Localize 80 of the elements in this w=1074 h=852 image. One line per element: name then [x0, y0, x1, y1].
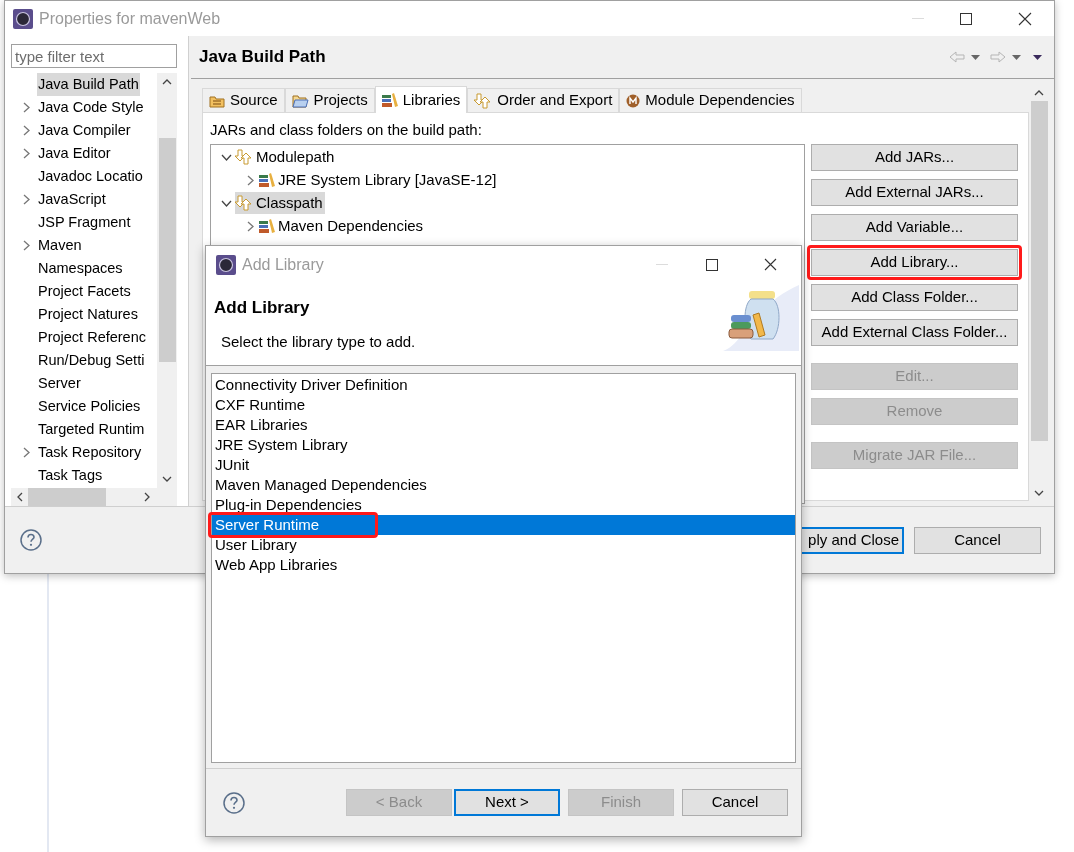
- sidebar-item[interactable]: Java Code Style: [37, 96, 145, 119]
- list-item[interactable]: CXF Runtime: [212, 395, 795, 415]
- action-button[interactable]: Add External JARs...: [811, 178, 1018, 206]
- sidebar-item[interactable]: Project Facets: [37, 280, 132, 303]
- list-item[interactable]: Plug-in Dependencies: [212, 495, 795, 515]
- list-item[interactable]: EAR Libraries: [212, 415, 795, 435]
- sidebar-item[interactable]: Targeted Runtim: [37, 418, 146, 441]
- dialog-heading: Add Library: [214, 297, 311, 319]
- tree-item[interactable]: Maven Dependencies: [259, 214, 426, 238]
- filter-field[interactable]: type filter text: [11, 44, 177, 68]
- tab[interactable]: Projects: [284, 88, 375, 112]
- close-icon[interactable]: [764, 258, 777, 271]
- list-item[interactable]: Web App Libraries: [212, 555, 795, 575]
- dialog-button[interactable]: Cancel: [914, 526, 1041, 554]
- vertical-scrollbar[interactable]: [157, 73, 177, 488]
- books-icon: [259, 173, 275, 187]
- sidebar-item[interactable]: Run/Debug Setti: [37, 349, 146, 372]
- maximize-icon[interactable]: [960, 12, 972, 25]
- dialog-button[interactable]: Next >: [454, 789, 560, 816]
- sidebar-item[interactable]: Project Natures: [37, 303, 139, 326]
- scroll-down-icon[interactable]: [162, 476, 172, 482]
- list-item[interactable]: Connectivity Driver Definition: [212, 375, 795, 395]
- arrows-icon: [474, 92, 493, 109]
- scroll-down-icon[interactable]: [1034, 490, 1044, 496]
- arrows-icon: [235, 149, 253, 165]
- close-icon[interactable]: [1018, 11, 1032, 26]
- open-folder-icon: [291, 93, 309, 108]
- page-title: Java Build Path: [199, 46, 326, 69]
- tab[interactable]: Libraries: [374, 86, 468, 113]
- list-item[interactable]: Server Runtime: [212, 515, 795, 535]
- tab[interactable]: Source: [202, 88, 285, 112]
- tree-item[interactable]: Modulepath: [235, 145, 337, 169]
- sidebar-item[interactable]: Task Tags: [37, 464, 104, 487]
- help-icon[interactable]: [20, 529, 42, 551]
- sidebar-item[interactable]: Java Compiler: [37, 119, 132, 142]
- scroll-up-icon[interactable]: [162, 79, 172, 85]
- dropdown-caret-icon[interactable]: [1012, 54, 1021, 60]
- sidebar-item[interactable]: Project Referenc: [37, 326, 147, 349]
- arrows-icon: [235, 195, 253, 211]
- books-icon: [381, 93, 398, 107]
- window-title: Properties for mavenWeb: [39, 8, 221, 29]
- sidebar-item[interactable]: Namespaces: [37, 257, 124, 280]
- tab[interactable]: Module Dependencies: [619, 88, 802, 112]
- window-icon: [216, 254, 236, 275]
- list-item[interactable]: JUnit: [212, 455, 795, 475]
- books-icon: [259, 219, 275, 233]
- sidebar-item[interactable]: Server: [37, 372, 82, 395]
- sidebar-item[interactable]: Service Policies: [37, 395, 142, 418]
- scroll-up-icon[interactable]: [1034, 90, 1044, 96]
- dropdown-caret-icon[interactable]: [971, 54, 980, 60]
- sidebar-item[interactable]: Java Build Path: [37, 73, 140, 96]
- sidebar-item[interactable]: Task Repository: [37, 441, 143, 464]
- maximize-icon[interactable]: [706, 258, 718, 271]
- window-title: Add Library: [242, 254, 324, 275]
- dialog-description: Select the library type to add.: [221, 331, 417, 352]
- tab[interactable]: Order and Export: [467, 88, 620, 112]
- tree-item[interactable]: Classpath: [235, 191, 325, 215]
- letter-circle-icon: [626, 93, 641, 108]
- action-button[interactable]: Add Library...: [811, 248, 1018, 276]
- window-icon: [13, 8, 33, 29]
- sidebar-item[interactable]: JavaScript: [37, 188, 107, 211]
- tree-item[interactable]: JRE System Library [JavaSE-12]: [259, 168, 499, 192]
- action-button[interactable]: Add Class Folder...: [811, 283, 1018, 311]
- help-icon[interactable]: [223, 791, 245, 814]
- action-button[interactable]: Add Variable...: [811, 213, 1018, 241]
- sidebar-item[interactable]: Maven: [37, 234, 83, 257]
- list-item[interactable]: Maven Managed Dependencies: [212, 475, 795, 495]
- sidebar-item[interactable]: Javadoc Locatio: [37, 165, 144, 188]
- sidebar-item[interactable]: JSP Fragment: [37, 211, 132, 234]
- dialog-button[interactable]: Cancel: [682, 789, 788, 816]
- scroll-left-icon[interactable]: [17, 492, 23, 502]
- folder-icon: [209, 93, 225, 108]
- action-button[interactable]: Add External Class Folder...: [811, 318, 1018, 346]
- menu-caret-icon[interactable]: [1033, 54, 1042, 60]
- scroll-right-icon[interactable]: [144, 492, 150, 502]
- action-button[interactable]: Add JARs...: [811, 143, 1018, 171]
- sidebar-item[interactable]: Java Editor: [37, 142, 112, 165]
- list-item[interactable]: JRE System Library: [212, 435, 795, 455]
- build-path-label: JARs and class folders on the build path:: [210, 120, 483, 140]
- horizontal-scrollbar[interactable]: [11, 488, 177, 506]
